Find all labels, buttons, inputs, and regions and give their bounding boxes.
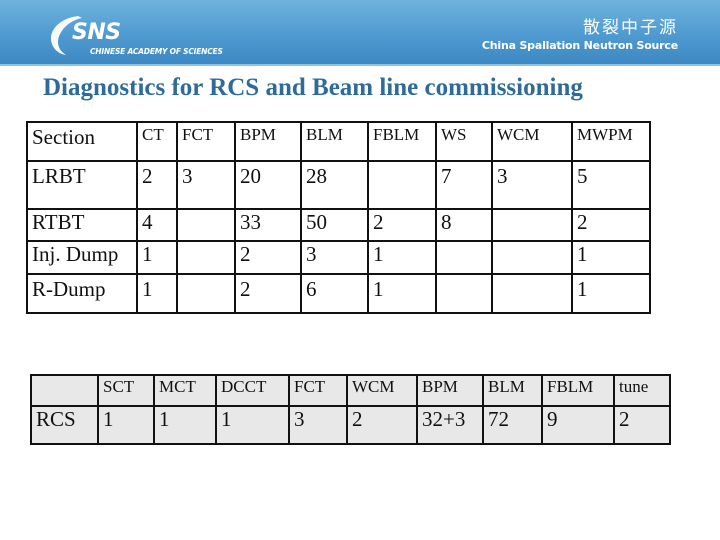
table-cell: 1 <box>97 405 155 445</box>
brand-chinese-name: 散裂中子源 <box>583 18 678 38</box>
table-cell: 1 <box>571 273 651 314</box>
page-title: Diagnostics for RCS and Beam line commis… <box>43 74 583 101</box>
column-header: FCT <box>176 121 236 162</box>
table-cell: 2 <box>234 273 302 314</box>
column-header: WCM <box>491 121 573 162</box>
column-header: BLM <box>482 374 543 407</box>
table-cell: 1 <box>215 405 290 445</box>
table-row: Inj. Dump 1 2 3 1 1 <box>26 240 651 275</box>
table-row: RCS 1 1 1 3 2 32+3 72 9 2 <box>30 405 671 445</box>
logo-subtext: CHINESE ACADEMY OF SCIENCES <box>90 47 223 56</box>
table-cell <box>176 208 236 242</box>
table-header-row: Section CT FCT BPM BLM FBLM WS WCM MWPM <box>26 121 651 162</box>
beamline-diagnostics-table: Section CT FCT BPM BLM FBLM WS WCM MWPM … <box>26 121 651 314</box>
table-cell: 8 <box>435 208 493 242</box>
logo-text: SNS <box>72 20 121 45</box>
table-cell: 72 <box>482 405 543 445</box>
row-label: LRBT <box>26 160 138 210</box>
column-header: BPM <box>234 121 302 162</box>
table-cell: 3 <box>288 405 348 445</box>
table-cell <box>435 240 493 275</box>
table-cell: 3 <box>491 160 573 210</box>
table-cell <box>176 240 236 275</box>
column-header <box>30 374 99 407</box>
column-header: WCM <box>346 374 418 407</box>
table-cell: 1 <box>367 240 437 275</box>
table-row: R-Dump 1 2 6 1 1 <box>26 273 651 314</box>
table-cell: 7 <box>435 160 493 210</box>
table-cell: 1 <box>153 405 217 445</box>
table-cell: 1 <box>367 273 437 314</box>
table-cell <box>491 240 573 275</box>
rcs-diagnostics-table: SCT MCT DCCT FCT WCM BPM BLM FBLM tune R… <box>30 374 671 445</box>
column-header: Section <box>26 121 138 162</box>
column-header: WS <box>435 121 493 162</box>
column-header: FBLM <box>367 121 437 162</box>
table-cell: 1 <box>571 240 651 275</box>
table-cell <box>176 273 236 314</box>
column-header: BLM <box>300 121 369 162</box>
table-cell: 2 <box>367 208 437 242</box>
table-row: RTBT 4 33 50 2 8 2 <box>26 208 651 242</box>
table-row: LRBT 2 3 20 28 7 3 5 <box>26 160 651 210</box>
table-cell: 6 <box>300 273 369 314</box>
table-cell: 4 <box>136 208 178 242</box>
table-cell: 3 <box>176 160 236 210</box>
banner-divider <box>0 64 720 66</box>
row-label: R-Dump <box>26 273 138 314</box>
column-header: CT <box>136 121 178 162</box>
column-header: MWPM <box>571 121 651 162</box>
brand-english-name: China Spallation Neutron Source <box>481 39 678 52</box>
table-header-row: SCT MCT DCCT FCT WCM BPM BLM FBLM tune <box>30 374 671 407</box>
table-cell: 2 <box>613 405 671 445</box>
column-header: SCT <box>97 374 155 407</box>
column-header: tune <box>613 374 671 407</box>
table-cell: 9 <box>541 405 615 445</box>
table-cell: 2 <box>234 240 302 275</box>
column-header: FBLM <box>541 374 615 407</box>
table-cell: 5 <box>571 160 651 210</box>
table-cell: 32+3 <box>416 405 484 445</box>
column-header: FCT <box>288 374 348 407</box>
column-header: DCCT <box>215 374 290 407</box>
table-cell: 2 <box>136 160 178 210</box>
table-cell: 1 <box>136 240 178 275</box>
table-cell <box>491 208 573 242</box>
column-header: BPM <box>416 374 484 407</box>
sns-logo: SNS CHINESE ACADEMY OF SCIENCES <box>48 14 223 58</box>
table-cell: 50 <box>300 208 369 242</box>
table-cell: 20 <box>234 160 302 210</box>
row-label: RCS <box>30 405 99 445</box>
table-cell <box>435 273 493 314</box>
brand-block: 散裂中子源 China Spallation Neutron Source <box>482 18 678 54</box>
table-cell: 2 <box>346 405 418 445</box>
table-cell: 33 <box>234 208 302 242</box>
row-label: Inj. Dump <box>26 240 138 275</box>
column-header: MCT <box>153 374 217 407</box>
row-label: RTBT <box>26 208 138 242</box>
table-cell: 3 <box>300 240 369 275</box>
table-cell <box>491 273 573 314</box>
table-cell: 1 <box>136 273 178 314</box>
table-cell: 28 <box>300 160 369 210</box>
header-banner: SNS CHINESE ACADEMY OF SCIENCES 散裂中子源 Ch… <box>0 0 720 64</box>
table-cell <box>367 160 437 210</box>
table-cell: 2 <box>571 208 651 242</box>
